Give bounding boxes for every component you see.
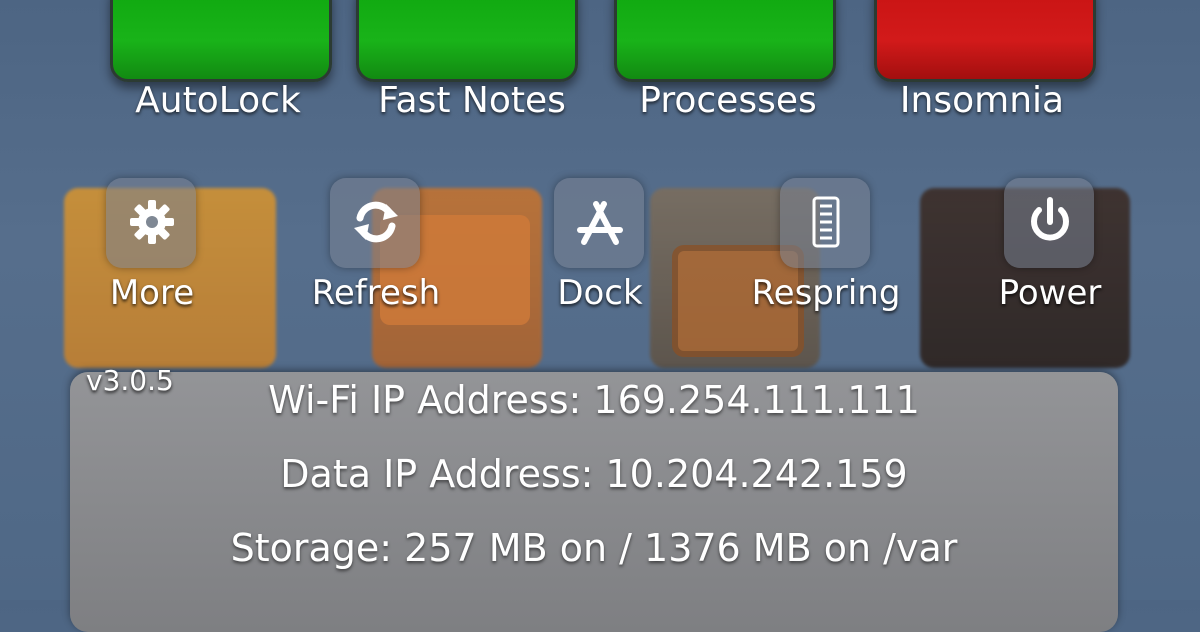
more-button[interactable]: More xyxy=(32,178,272,328)
info-panel: Wi-Fi IP Address: 169.254.111.111 Data I… xyxy=(70,372,1118,632)
dock-label: Dock xyxy=(557,273,643,313)
gear-icon xyxy=(130,200,174,244)
autolock-toggle-label: AutoLock xyxy=(135,80,301,121)
respring-icon xyxy=(812,196,840,248)
wifi-ip-address: Wi-Fi IP Address: 169.254.111.111 xyxy=(268,378,920,422)
autolock-toggle[interactable] xyxy=(110,0,332,82)
processes-toggle[interactable] xyxy=(614,0,836,82)
fast-notes-toggle[interactable] xyxy=(356,0,578,82)
refresh-icon xyxy=(354,201,398,243)
app-store-icon xyxy=(577,201,623,245)
respring-label: Respring xyxy=(751,273,901,313)
insomnia-toggle-label: Insomnia xyxy=(899,80,1065,121)
respring-button[interactable]: Respring xyxy=(706,178,946,328)
power-icon xyxy=(1031,197,1069,241)
insomnia-toggle[interactable] xyxy=(874,0,1096,82)
data-ip-address: Data IP Address: 10.204.242.159 xyxy=(280,452,908,496)
more-label: More xyxy=(109,273,195,313)
refresh-label: Refresh xyxy=(311,273,441,313)
dock-button[interactable]: Dock xyxy=(480,178,720,328)
refresh-button[interactable]: Refresh xyxy=(256,178,496,328)
version-label: v3.0.5 xyxy=(86,364,174,397)
fast-notes-toggle-label: Fast Notes xyxy=(378,80,566,121)
power-label: Power xyxy=(998,273,1102,313)
storage-info: Storage: 257 MB on / 1376 MB on /var xyxy=(230,526,958,570)
power-button[interactable]: Power xyxy=(930,178,1170,328)
processes-toggle-label: Processes xyxy=(639,80,817,121)
